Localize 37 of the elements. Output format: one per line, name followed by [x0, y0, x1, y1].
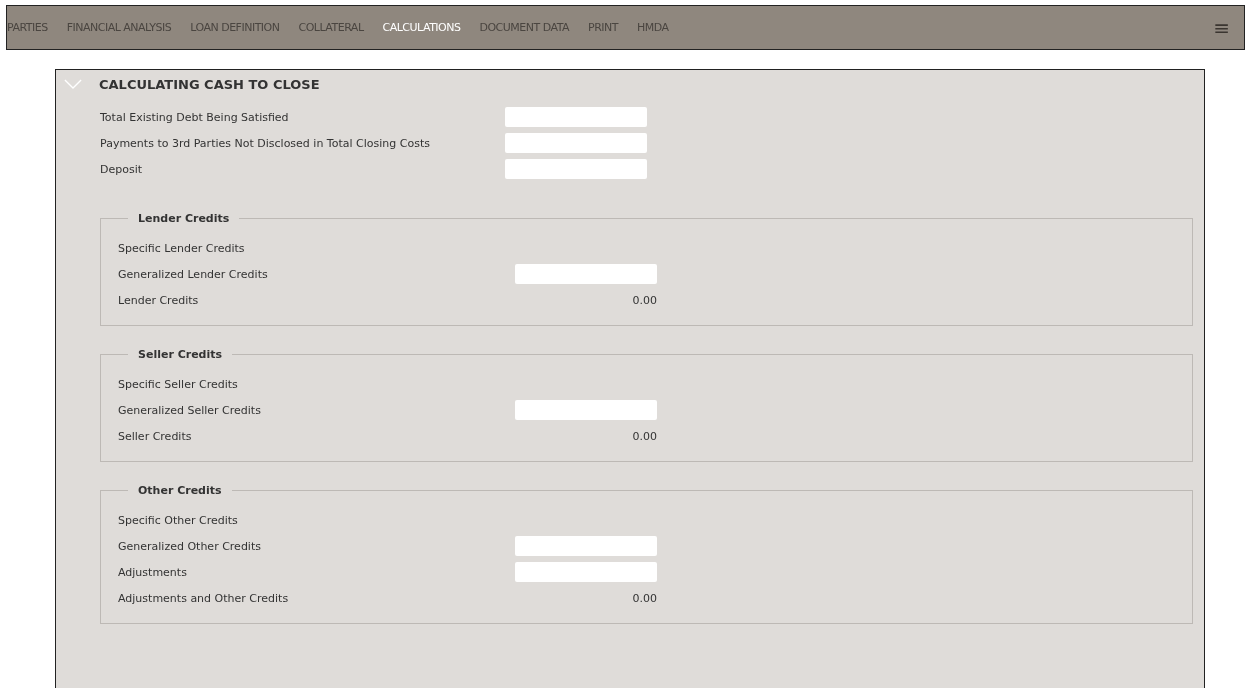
nav-tab[interactable]: PRINT: [588, 21, 619, 34]
field-label: Payments to 3rd Parties Not Disclosed in Total Closing Costs: [100, 136, 431, 150]
field-label: Total Existing Debt Being Satisfied: [100, 110, 290, 124]
input-field[interactable]: [505, 159, 647, 179]
group-title: Other Credits: [137, 484, 223, 497]
field-label: Generalized Other Credits: [118, 539, 262, 553]
field-label: Specific Seller Credits: [118, 377, 239, 391]
nav-tab[interactable]: HMDA: [637, 21, 669, 34]
group-title: Lender Credits: [137, 212, 231, 225]
field-label: Specific Lender Credits: [118, 241, 246, 255]
input-field[interactable]: [505, 133, 647, 153]
field-label: Lender Credits: [118, 293, 200, 307]
value-text: 0.00: [631, 293, 657, 307]
section-title: CALCULATING CASH TO CLOSE: [99, 76, 320, 92]
field-label: Adjustments: [118, 565, 188, 579]
nav-tab[interactable]: PARTIES: [7, 21, 48, 34]
field-label: Generalized Lender Credits: [118, 267, 269, 281]
chevron-icon[interactable]: [64, 78, 82, 90]
input-field[interactable]: [515, 400, 657, 420]
field-label: Specific Other Credits: [118, 513, 239, 527]
input-field[interactable]: [515, 562, 657, 582]
value-text: 0.00: [631, 429, 657, 443]
nav-tab[interactable]: COLLATERAL: [298, 21, 364, 34]
group-title: Seller Credits: [137, 348, 224, 361]
value-text: 0.00: [631, 591, 657, 605]
nav-tab[interactable]: DOCUMENT DATA: [479, 21, 570, 34]
field-label: Deposit: [100, 162, 144, 176]
input-field[interactable]: [515, 536, 657, 556]
input-field[interactable]: [515, 264, 657, 284]
menu-icon[interactable]: ≡: [1213, 15, 1230, 40]
input-field[interactable]: [505, 107, 647, 127]
nav-tab[interactable]: FINANCIAL ANALYSIS: [66, 21, 172, 34]
nav-tab[interactable]: LOAN DEFINITION: [190, 21, 280, 34]
field-label: Generalized Seller Credits: [118, 403, 262, 417]
field-label: Adjustments and Other Credits: [118, 591, 290, 605]
nav-tab[interactable]: CALCULATIONS: [382, 21, 461, 34]
field-label: Seller Credits: [118, 429, 193, 443]
